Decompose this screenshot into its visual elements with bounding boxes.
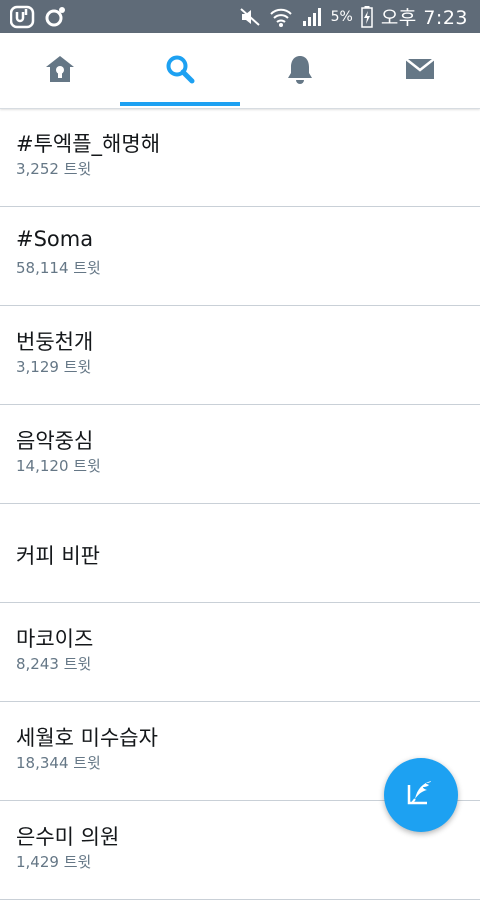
trend-item[interactable]: #Soma 58,114 트윗 — [0, 207, 480, 306]
tab-notifications[interactable] — [240, 33, 360, 108]
trend-name: 은수미 의원 — [16, 825, 120, 849]
tab-bar — [0, 33, 480, 109]
trend-item[interactable]: #투엑플_해명해 3,252 트윗 — [0, 108, 480, 207]
compose-tweet-icon — [405, 777, 437, 813]
battery-percent: 5% — [330, 8, 353, 25]
tab-messages[interactable] — [360, 33, 480, 108]
u-plus-icon — [9, 5, 36, 33]
trend-tweet-count: 3,129 트윗 — [16, 358, 92, 376]
trend-tweet-count: 1,429 트윗 — [16, 853, 92, 871]
trend-tweet-count: 58,114 트윗 — [16, 259, 101, 277]
trend-name: #Soma — [16, 227, 94, 251]
trend-item[interactable]: 음악중심 14,120 트윗 — [0, 405, 480, 504]
trend-tweet-count: 14,120 트윗 — [16, 457, 101, 475]
trend-name: 번둥천개 — [16, 330, 94, 354]
tab-search[interactable] — [120, 33, 240, 108]
trend-name: 마코이즈 — [16, 627, 94, 651]
compose-tweet-button[interactable] — [384, 758, 458, 832]
battery-charging-icon — [361, 5, 373, 28]
wifi-icon — [269, 6, 293, 28]
trend-tweet-count: 3,252 트윗 — [16, 160, 92, 178]
tab-home[interactable] — [0, 33, 120, 108]
trend-item[interactable]: 마코이즈 8,243 트윗 — [0, 603, 480, 702]
status-bar-right: 5% 오후 7:23 — [239, 0, 468, 33]
trend-name: #투엑플_해명해 — [16, 132, 161, 156]
trend-item[interactable]: 커피 비판 — [0, 504, 480, 603]
signal-icon — [301, 6, 323, 28]
bell-icon — [286, 54, 314, 88]
trend-name: 음악중심 — [16, 429, 94, 453]
home-icon — [43, 54, 77, 88]
trend-tweet-count: 18,344 트윗 — [16, 754, 101, 772]
selected-tab-indicator — [120, 102, 240, 106]
trend-tweet-count: 8,243 트윗 — [16, 655, 92, 673]
trend-name: 커피 비판 — [16, 544, 100, 568]
chat-bubble-icon — [44, 6, 66, 32]
status-bar-left — [9, 5, 66, 33]
trend-item[interactable]: 번둥천개 3,129 트윗 — [0, 306, 480, 405]
envelope-icon — [405, 57, 435, 85]
status-time: 오후 7:23 — [380, 7, 468, 29]
search-icon — [165, 54, 195, 88]
trend-name: 세월호 미수습자 — [16, 726, 158, 750]
status-bar: 5% 오후 7:23 — [0, 0, 480, 33]
mute-icon — [239, 6, 261, 28]
